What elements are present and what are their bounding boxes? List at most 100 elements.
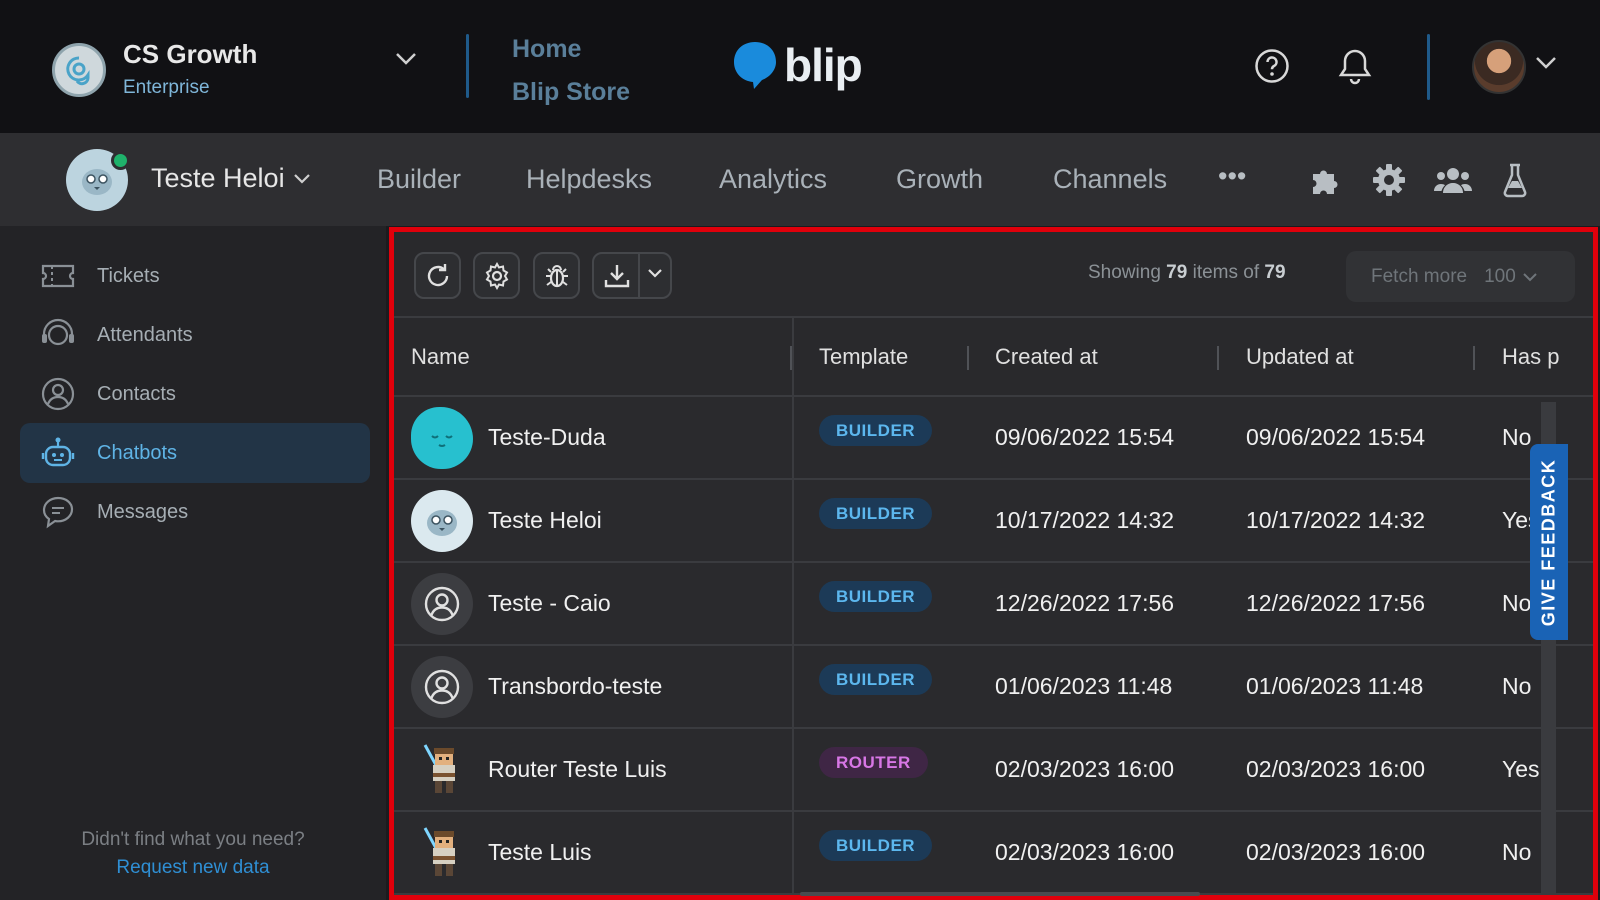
table-row[interactable]: Teste Luis BUILDER 02/03/2023 16:00 02/0… — [394, 812, 1593, 895]
column-has-p[interactable]: Has p — [1502, 344, 1559, 370]
nav-helpdesks[interactable]: Helpdesks — [526, 164, 652, 195]
column-updated-at[interactable]: Updated at — [1246, 344, 1354, 370]
blip-logo[interactable]: blip — [732, 38, 863, 92]
give-feedback-button[interactable]: GIVE FEEDBACK — [1530, 444, 1568, 640]
request-new-data-link[interactable]: Request new data — [0, 857, 386, 879]
fetch-size-select[interactable]: 100 — [1484, 266, 1538, 288]
column-resize-handle[interactable] — [967, 346, 969, 370]
user-avatar[interactable] — [1472, 40, 1526, 94]
refresh-button[interactable] — [414, 252, 461, 299]
created-at-cell: 10/17/2022 14:32 — [995, 507, 1175, 533]
org-logo — [52, 43, 106, 97]
table-row[interactable]: Transbordo-teste BUILDER 01/06/2023 11:4… — [394, 646, 1593, 729]
table-row[interactable]: Router Teste Luis ROUTER 02/03/2023 16:0… — [394, 729, 1593, 812]
default-user-icon — [411, 573, 473, 635]
refresh-icon — [427, 263, 448, 286]
created-at-cell: 09/06/2022 15:54 — [995, 424, 1175, 450]
updated-at-cell: 01/06/2023 11:48 — [1246, 673, 1424, 699]
bot-name-cell: Teste-Duda — [488, 424, 606, 450]
blip-bubble-icon — [734, 42, 776, 89]
table-row[interactable]: Teste - Caio BUILDER 12/26/2022 17:56 12… — [394, 563, 1593, 646]
table-toolbar: Showing 79 items of 79 Fetch more 100 — [394, 232, 1593, 320]
help-icon[interactable] — [1252, 46, 1292, 86]
column-resize-handle[interactable] — [1217, 346, 1219, 370]
sidebar-item-tickets[interactable]: Tickets — [20, 246, 370, 306]
table-header: Name Template Created at Updated at Has … — [394, 316, 1593, 397]
template-badge: BUILDER — [819, 498, 933, 529]
default-user-icon — [411, 656, 473, 718]
org-name: CS Growth — [123, 39, 258, 69]
chatbots-table: Name Template Created at Updated at Has … — [394, 316, 1593, 895]
nav-growth[interactable]: Growth — [896, 164, 983, 195]
updated-at-cell: 10/17/2022 14:32 — [1246, 507, 1426, 533]
sidebar-item-label: Contacts — [97, 382, 176, 405]
has-p-cell: Yes — [1502, 756, 1540, 782]
debug-button[interactable] — [533, 252, 580, 299]
sidebar-item-messages[interactable]: Messages — [20, 482, 370, 542]
top-header: CS Growth Enterprise Home Blip Store bli… — [0, 0, 1600, 133]
pixel-character-avatar — [411, 739, 473, 801]
sidebar-item-label: Messages — [97, 500, 189, 523]
has-p-cell: No — [1502, 590, 1532, 616]
table-row[interactable]: Teste Heloi BUILDER 10/17/2022 14:32 10/… — [394, 480, 1593, 563]
nav-builder[interactable]: Builder — [377, 164, 461, 195]
chatbots-panel: Showing 79 items of 79 Fetch more 100 Na… — [389, 227, 1598, 900]
bot-name-cell: Teste Luis — [488, 839, 592, 865]
blip-store-link[interactable]: Blip Store — [512, 71, 630, 114]
created-at-cell: 02/03/2023 16:00 — [995, 756, 1175, 782]
sidebar-item-chatbots[interactable]: Chatbots — [20, 423, 370, 483]
bot-avatar-teste-duda — [411, 407, 473, 469]
items-count: Showing 79 items of 79 — [1088, 262, 1286, 283]
fetch-more-label: Fetch more — [1371, 265, 1468, 287]
split-separator — [638, 254, 640, 297]
bot-selector[interactable]: Teste Heloi — [151, 163, 311, 194]
sidebar-item-attendants[interactable]: Attendants — [20, 305, 370, 365]
has-p-cell: No — [1502, 673, 1532, 699]
updated-at-cell: 02/03/2023 16:00 — [1246, 756, 1426, 782]
horizontal-scrollbar[interactable] — [800, 892, 1200, 896]
chevron-down-icon — [648, 269, 662, 278]
column-name[interactable]: Name — [411, 344, 470, 370]
pixel-character-avatar — [411, 822, 473, 884]
header-divider-right — [1427, 34, 1430, 100]
org-switcher[interactable]: CS Growth Enterprise — [52, 38, 257, 102]
name-column-divider — [792, 316, 794, 895]
settings-icon[interactable] — [1370, 161, 1408, 199]
updated-at-cell: 02/03/2023 16:00 — [1246, 839, 1426, 865]
ticket-icon — [38, 256, 78, 296]
fetch-more-button[interactable]: Fetch more 100 — [1346, 251, 1575, 302]
template-badge: BUILDER — [819, 830, 933, 861]
message-icon — [38, 492, 78, 532]
more-menu[interactable]: ••• — [1218, 161, 1246, 192]
column-resize-handle[interactable] — [1473, 346, 1475, 370]
chevron-down-icon — [1523, 272, 1537, 281]
quick-links: Home Blip Store — [512, 28, 630, 114]
created-at-cell: 12/26/2022 17:56 — [995, 590, 1175, 616]
table-row[interactable]: Teste-Duda BUILDER 09/06/2022 15:54 09/0… — [394, 397, 1593, 480]
updated-at-cell: 09/06/2022 15:54 — [1246, 424, 1426, 450]
bot-navbar: Teste Heloi Builder Helpdesks Analytics … — [0, 133, 1600, 226]
nav-analytics[interactable]: Analytics — [719, 164, 827, 195]
notification-bell-icon[interactable] — [1335, 46, 1375, 86]
bot-name-cell: Router Teste Luis — [488, 756, 667, 782]
bug-icon — [545, 264, 568, 287]
chevron-down-icon[interactable] — [395, 52, 417, 66]
nav-channels[interactable]: Channels — [1053, 164, 1167, 195]
export-button[interactable] — [592, 252, 672, 299]
bot-name-cell: Teste Heloi — [488, 507, 602, 533]
template-badge: BUILDER — [819, 664, 933, 695]
user-menu-chevron-icon[interactable] — [1535, 56, 1557, 70]
bot-name-cell: Teste - Caio — [488, 590, 611, 616]
column-created-at[interactable]: Created at — [995, 344, 1098, 370]
lab-flask-icon[interactable] — [1496, 161, 1534, 199]
download-icon — [604, 264, 630, 287]
sidebar-item-contacts[interactable]: Contacts — [20, 364, 370, 424]
home-link[interactable]: Home — [512, 28, 630, 71]
team-icon[interactable] — [1434, 161, 1472, 199]
has-p-cell: No — [1502, 424, 1532, 450]
table-settings-button[interactable] — [473, 252, 520, 299]
column-template[interactable]: Template — [819, 344, 908, 370]
template-badge: BUILDER — [819, 581, 933, 612]
extensions-icon[interactable] — [1306, 161, 1344, 199]
created-at-cell: 01/06/2023 11:48 — [995, 673, 1173, 699]
